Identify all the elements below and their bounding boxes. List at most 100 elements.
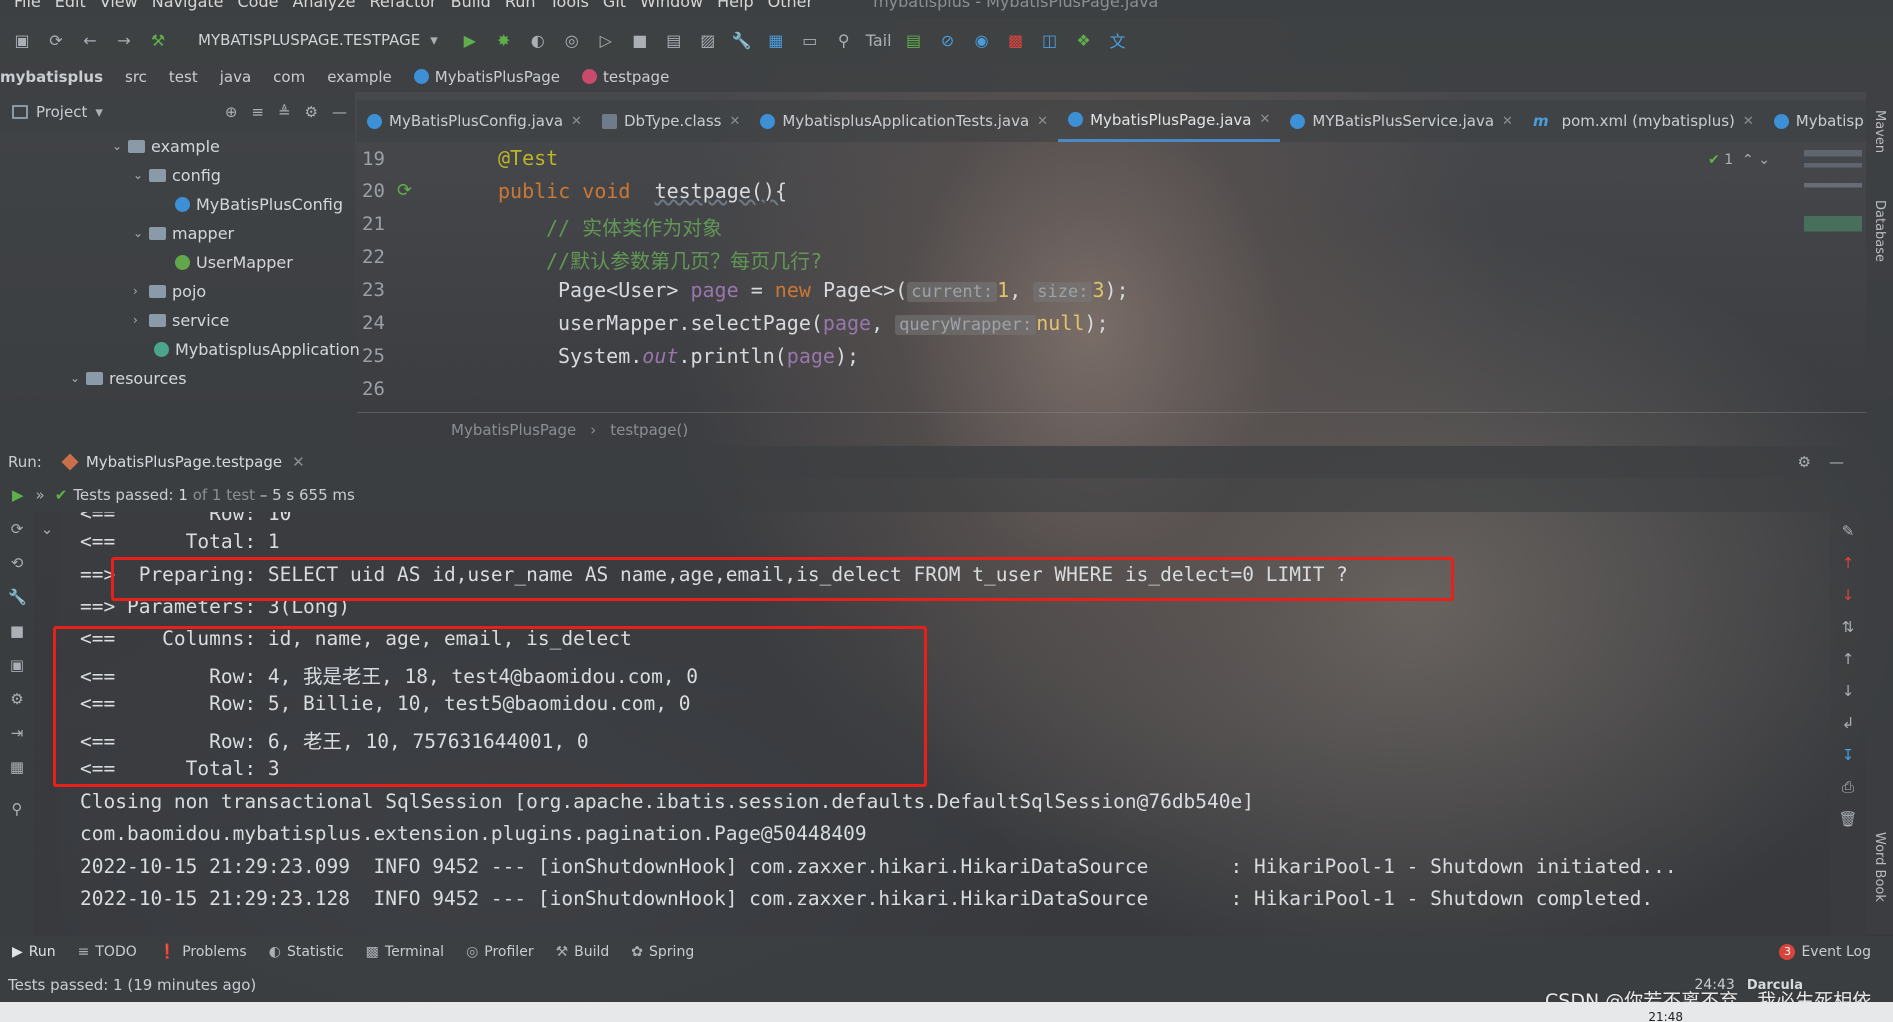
tab-statistic[interactable]: ◐ Statistic <box>269 944 344 960</box>
close-icon[interactable]: ✕ <box>729 114 740 129</box>
crumb-example[interactable]: example <box>327 68 392 86</box>
coverage-icon[interactable]: ◐ <box>526 28 550 52</box>
tail-button[interactable]: Tail <box>866 28 892 52</box>
resume-icon[interactable]: ▷ <box>594 28 618 52</box>
scroll-to-end-icon[interactable]: ↧ <box>1838 746 1858 764</box>
menu-git[interactable]: Git <box>603 0 626 11</box>
close-icon[interactable]: ✕ <box>292 453 305 471</box>
save-icon[interactable]: ▣ <box>10 28 34 52</box>
tab-mybatisplusconfig[interactable]: MyBatisPlusConfig.java ✕ <box>357 100 592 142</box>
tab-profiler[interactable]: ◎ Profiler <box>466 944 534 960</box>
arrow-down-icon[interactable]: ↓ <box>1838 586 1858 604</box>
puzzle-icon[interactable]: ❖ <box>1072 28 1096 52</box>
run-icon[interactable]: ▶ <box>458 28 482 52</box>
deploy-icon[interactable]: ▨ <box>696 28 720 52</box>
camera-icon[interactable]: ▣ <box>8 656 26 674</box>
settings-icon[interactable]: ⚙ <box>8 690 26 708</box>
minimize-icon[interactable]: — <box>332 103 347 121</box>
project-title[interactable]: Project <box>36 103 87 121</box>
tree-item-resources[interactable]: ⌄ resources <box>70 364 187 392</box>
tab-applicationtests[interactable]: MybatisplusApplicationTests.java ✕ <box>750 100 1058 142</box>
sync-icon[interactable]: ⟳ <box>44 28 68 52</box>
menu-help[interactable]: Help <box>717 0 753 11</box>
tab-terminal[interactable]: ▩ Terminal <box>366 944 444 960</box>
menu-file[interactable]: File <box>14 0 41 11</box>
soft-wrap-icon[interactable]: ↲ <box>1838 714 1858 732</box>
trash-icon[interactable]: 🗑 <box>1838 810 1858 828</box>
down-icon[interactable]: ↓ <box>1838 682 1858 700</box>
chevron-down-icon[interactable]: ⌄ <box>112 139 128 153</box>
grid-icon[interactable]: ▩ <box>1004 28 1028 52</box>
crumb-src[interactable]: src <box>125 68 147 86</box>
chevron-down-icon[interactable]: ⌄ <box>70 371 86 385</box>
tab-build[interactable]: ⚒ Build <box>556 944 610 960</box>
tree-item-service[interactable]: › service <box>133 306 229 334</box>
menu-view[interactable]: View <box>100 0 138 11</box>
layout-icon[interactable]: ◫ <box>1038 28 1062 52</box>
close-icon[interactable]: ✕ <box>1743 114 1754 129</box>
stop-icon[interactable]: ■ <box>8 622 26 640</box>
crumb-method[interactable]: testpage <box>582 68 669 86</box>
chevron-down-icon[interactable]: ⌄ <box>38 520 56 538</box>
close-icon[interactable]: ✕ <box>571 114 582 129</box>
chevron-down-icon[interactable]: ⌄ <box>133 226 149 240</box>
collapse-all-icon[interactable]: ≜ <box>278 103 291 121</box>
import-icon[interactable]: ⇥ <box>8 724 26 742</box>
crumb-java[interactable]: java <box>220 68 251 86</box>
expand-all-icon[interactable]: ≡ <box>251 103 264 121</box>
stop-icon[interactable]: ■ <box>628 28 652 52</box>
arrow-up-icon[interactable]: ↑ <box>1838 554 1858 572</box>
run-tab[interactable]: MybatisPlusPage.testpage <box>61 453 282 471</box>
menu-run[interactable]: Run <box>505 0 536 11</box>
clear-icon[interactable]: ✎ <box>1838 522 1858 540</box>
gear-icon[interactable]: ⚙ <box>305 103 318 121</box>
translate-icon[interactable]: 文 <box>1106 28 1130 52</box>
rerun-icon[interactable]: ▶ <box>12 486 24 504</box>
no-entry-icon[interactable]: ⊘ <box>936 28 960 52</box>
menu-window[interactable]: Window <box>640 0 703 11</box>
crumb-com[interactable]: com <box>273 68 305 86</box>
tree-item-example[interactable]: ⌄ example <box>112 132 220 160</box>
gear-icon[interactable]: ⚙ <box>1798 453 1811 471</box>
tree-item-mybatisplusapplication[interactable]: MybatisplusApplication <box>154 335 360 363</box>
chevron-right-icon[interactable]: › <box>133 284 149 298</box>
event-log-button[interactable]: 3 Event Log <box>1779 944 1871 960</box>
inspection-ok-icon[interactable]: ✔ 1 ⌃ ⌄ <box>1708 152 1770 168</box>
tab-spring[interactable]: ✿ Spring <box>631 944 694 960</box>
back-icon[interactable]: ← <box>78 28 102 52</box>
close-icon[interactable]: ✕ <box>1502 114 1513 129</box>
tab-run[interactable]: ▶ Run <box>12 944 56 960</box>
pin-icon[interactable]: ⚲ <box>8 800 26 818</box>
rerun-failed-icon[interactable]: ⟳ <box>8 520 26 538</box>
wrench-icon[interactable]: 🔧 <box>730 28 754 52</box>
run-config-selector[interactable]: MYBATISPLUSPAGE.TESTPAGE ▾ <box>188 25 448 55</box>
close-icon[interactable]: ✕ <box>1260 112 1271 127</box>
crumb-project[interactable]: mybatisplus <box>0 68 103 86</box>
menu-analyze[interactable]: Analyze <box>292 0 355 11</box>
tab-pom[interactable]: m pom.xml (mybatisplus) ✕ <box>1523 100 1764 142</box>
presentation-icon[interactable]: ▭ <box>798 28 822 52</box>
wordbook-tool-button[interactable]: Word Book <box>1872 832 1887 902</box>
toggle-auto-test-icon[interactable]: ⟲ <box>8 554 26 572</box>
tree-item-mapper[interactable]: ⌄ mapper <box>133 219 234 247</box>
tab-dbtype[interactable]: DbType.class ✕ <box>592 100 750 142</box>
chevron-right-icon[interactable]: › <box>133 313 149 327</box>
editor-crumb-method[interactable]: testpage() <box>610 421 688 439</box>
run-test-gutter-icon[interactable]: ⟳ <box>397 180 412 201</box>
tab-more[interactable]: Mybatisp⌄ <box>1764 100 1870 142</box>
plugin-icon[interactable]: ◉ <box>970 28 994 52</box>
crumb-class[interactable]: MybatisPlusPage <box>413 68 560 86</box>
wrench-icon[interactable]: 🔧 <box>8 588 27 606</box>
maven-tool-button[interactable]: Maven <box>1872 110 1887 153</box>
locate-icon[interactable]: ⊕ <box>225 103 238 121</box>
editor-crumb-class[interactable]: MybatisPlusPage <box>451 421 576 439</box>
up-icon[interactable]: ↑ <box>1838 650 1858 668</box>
build-hammer-icon[interactable]: ⚒ <box>146 28 170 52</box>
attach-icon[interactable]: ▤ <box>662 28 686 52</box>
minimize-icon[interactable]: — <box>1829 453 1844 471</box>
chevron-down-icon[interactable]: ▾ <box>95 103 103 121</box>
crumb-test[interactable]: test <box>169 68 198 86</box>
tree-item-pojo[interactable]: › pojo <box>133 277 206 305</box>
menu-build[interactable]: Build <box>451 0 491 11</box>
chevron-down-icon[interactable]: ⌄ <box>133 168 149 182</box>
